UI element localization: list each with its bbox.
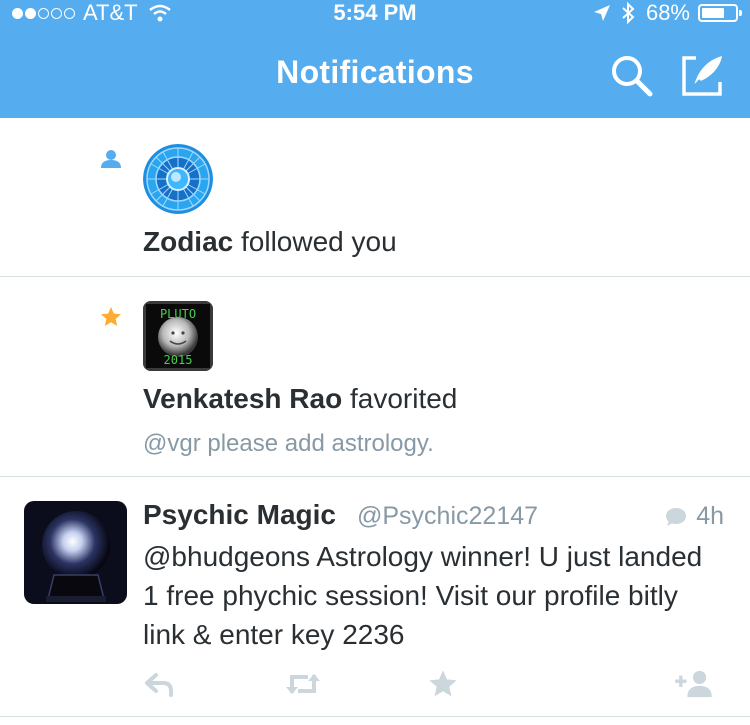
search-icon[interactable]	[608, 52, 654, 98]
tweet-author-name[interactable]: Psychic Magic	[143, 499, 336, 531]
person-icon	[101, 150, 121, 168]
location-arrow-icon	[593, 5, 610, 21]
pluto-avatar-icon: PLUTO 2015	[143, 301, 213, 371]
tweet-time: 4h	[696, 502, 724, 530]
avatar[interactable]	[24, 501, 127, 604]
tweet-timestamp: 4h	[664, 502, 724, 531]
follow-icon[interactable]	[672, 669, 714, 699]
notification-text: Zodiac followed you	[143, 226, 397, 258]
zodiac-wheel-icon	[143, 144, 213, 214]
notification-text: Venkatesh Rao favorited	[143, 383, 457, 415]
status-bar: AT&T 5:54 PM 68%	[0, 0, 750, 26]
battery-percent: 68%	[645, 0, 690, 25]
compose-icon[interactable]	[680, 52, 726, 98]
reply-icon[interactable]	[143, 669, 175, 699]
avatar[interactable]	[143, 144, 213, 214]
notification-favorite[interactable]: PLUTO 2015 Venkatesh Rao favorited @vgr …	[0, 277, 750, 477]
star-icon	[101, 307, 121, 326]
user-name[interactable]: Zodiac	[143, 226, 233, 257]
avatar-text-bottom: 2015	[164, 353, 193, 367]
nav-header: AT&T 5:54 PM 68% Notifications	[0, 0, 750, 118]
notification-follow[interactable]: Zodiac followed you	[0, 118, 750, 277]
avatar[interactable]: PLUTO 2015	[143, 301, 213, 371]
retweet-icon[interactable]	[284, 669, 322, 699]
notification-action: favorited	[342, 383, 458, 414]
bluetooth-icon	[622, 2, 635, 24]
crystal-ball-avatar-icon	[24, 501, 127, 604]
tweet-text: @bhudgeons Astrology winner! U just land…	[143, 541, 703, 650]
notification-action: followed you	[233, 226, 397, 257]
battery-fill	[702, 8, 724, 18]
conversation-icon	[666, 507, 687, 526]
favorited-tweet-text[interactable]: @vgr please add astrology.	[143, 430, 434, 458]
user-name[interactable]: Venkatesh Rao	[143, 383, 342, 414]
favorite-icon[interactable]	[428, 669, 458, 699]
battery-icon	[698, 4, 742, 22]
status-right: 68%	[592, 0, 742, 26]
tweet[interactable]: Psychic Magic @Psychic22147 4h @bhudgeon…	[0, 477, 750, 717]
avatar-text-top: PLUTO	[160, 307, 196, 321]
tweet-author-handle[interactable]: @Psychic22147	[357, 502, 538, 531]
